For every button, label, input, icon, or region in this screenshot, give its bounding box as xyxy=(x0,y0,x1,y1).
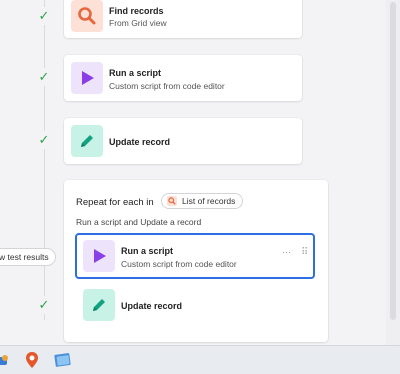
pencil-icon xyxy=(83,289,115,321)
search-icon xyxy=(71,0,103,32)
repeat-description: Run a script and Update a record xyxy=(76,217,202,227)
step-card-run-script[interactable]: Run a script Custom script from code edi… xyxy=(64,55,302,101)
completed-check-icon: ✓ xyxy=(35,68,53,86)
step-title: Run a script xyxy=(121,246,174,256)
step-title: Run a script xyxy=(109,68,162,78)
completed-check-icon: ✓ xyxy=(35,296,53,314)
play-icon xyxy=(71,62,103,94)
repeat-group-card[interactable]: Repeat for each in List of records Run a… xyxy=(64,180,328,342)
completed-check-icon: ✓ xyxy=(35,131,53,149)
step-card-update-record[interactable]: Update record xyxy=(64,118,302,164)
step-title: Update record xyxy=(109,137,171,147)
app-icon-1[interactable] xyxy=(0,351,12,369)
taskbar xyxy=(0,345,400,374)
repeat-step-run-script[interactable]: Run a script Custom script from code edi… xyxy=(75,233,315,279)
step-card-find-records[interactable]: Find records From Grid view xyxy=(64,0,302,38)
completed-check-icon: ✓ xyxy=(35,7,53,25)
repeat-title: Repeat for each in xyxy=(76,197,154,208)
pencil-icon xyxy=(71,125,103,157)
view-test-results-label: w test results xyxy=(0,252,49,262)
search-icon xyxy=(167,196,177,206)
timeline-connector xyxy=(44,0,45,320)
list-of-records-pill[interactable]: List of records xyxy=(161,193,244,209)
step-title: Update record xyxy=(121,301,183,311)
automation-canvas: ✓ ✓ ✓ ✓ Find records From Grid view Run … xyxy=(0,0,400,345)
step-subtitle: Custom script from code editor xyxy=(109,81,225,91)
view-test-results-button[interactable]: w test results xyxy=(0,248,56,266)
step-subtitle: Custom script from code editor xyxy=(121,259,237,269)
maps-icon[interactable] xyxy=(23,351,41,369)
pill-label: List of records xyxy=(182,196,236,206)
scrollbar-thumb[interactable] xyxy=(390,2,396,320)
play-icon xyxy=(83,240,115,272)
files-icon[interactable] xyxy=(54,351,72,369)
step-subtitle: From Grid view xyxy=(109,18,167,28)
more-options-icon[interactable]: ··· xyxy=(282,247,291,257)
step-title: Find records xyxy=(109,6,164,16)
drag-handle-icon[interactable]: ⠿ xyxy=(301,247,308,258)
repeat-step-update-record[interactable]: Update record xyxy=(75,284,315,330)
